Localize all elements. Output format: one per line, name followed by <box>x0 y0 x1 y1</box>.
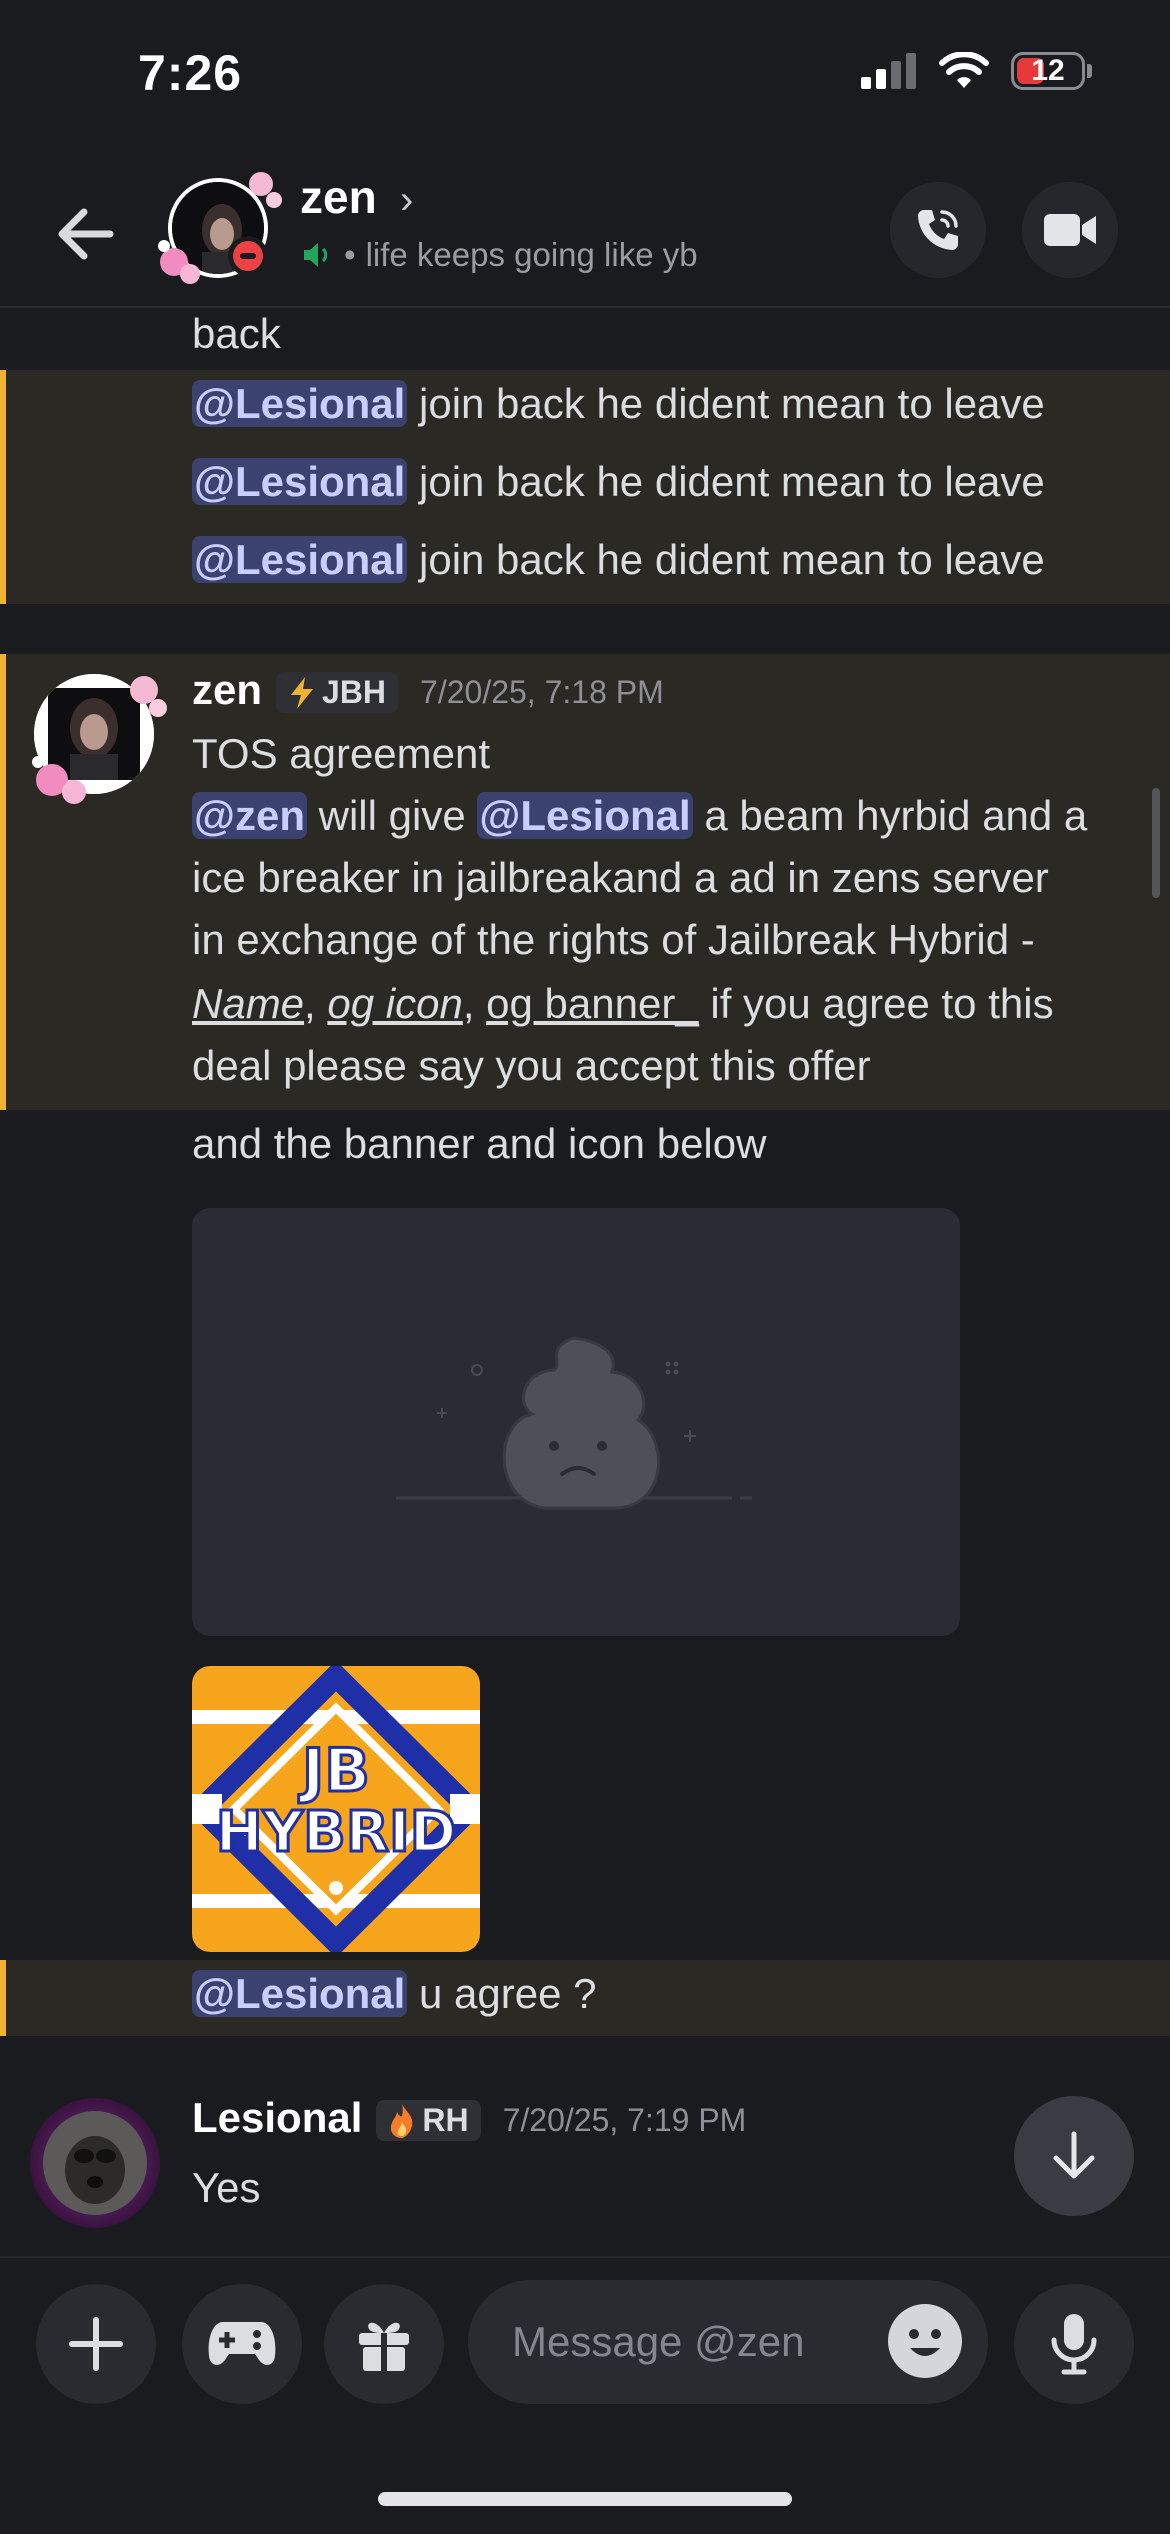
message-text: back <box>192 310 281 357</box>
scrollbar[interactable] <box>1152 788 1160 898</box>
message-text: @Lesional u agree ? <box>192 1970 597 2018</box>
user-mention[interactable]: @Lesional <box>192 536 408 583</box>
message-text: deal please say you accept this offer <box>192 1042 871 1089</box>
broken-image-icon <box>396 1336 752 1510</box>
back-button[interactable] <box>50 198 122 270</box>
message-timestamp: 7/20/25, 7:18 PM <box>420 674 664 711</box>
message-body: join back he dident mean to leave <box>407 536 1045 583</box>
user-mention[interactable]: @Lesional <box>477 792 693 839</box>
emoji-button[interactable] <box>888 2304 962 2378</box>
user-mention[interactable]: @Lesional <box>192 380 408 427</box>
phone-call-icon <box>918 210 958 250</box>
image-text-top: JB <box>300 1735 371 1808</box>
message-body: join back he dident mean to leave <box>407 380 1045 427</box>
message-list[interactable]: back @Lesional join back he dident mean … <box>0 308 1170 2256</box>
avatar-decoration <box>158 172 282 284</box>
battery-icon: 12 <box>1011 52 1092 90</box>
message-text: TOS agreement <box>192 730 491 777</box>
image-attachment-placeholder[interactable] <box>192 1208 960 1636</box>
message-text: @Lesional join back he dident mean to le… <box>192 380 1045 428</box>
user-mention[interactable]: @zen <box>192 792 307 839</box>
message-text: in exchange of the rights of Jailbreak H… <box>192 916 1035 963</box>
battery-level: 12 <box>1031 54 1065 87</box>
image-text-bottom: HYBRID <box>214 1799 458 1867</box>
speaker-icon <box>304 243 328 267</box>
wifi-icon <box>939 52 989 88</box>
custom-status-text: life keeps going like yb <box>365 236 698 273</box>
activities-button[interactable] <box>182 2284 302 2404</box>
video-camera-icon <box>1044 214 1096 246</box>
emoji-icon <box>909 2329 941 2356</box>
message-timestamp: 7/20/25, 7:19 PM <box>502 2102 747 2139</box>
formatted-text: Name <box>192 980 305 1027</box>
message-body: if you agree to this <box>698 980 1054 1027</box>
message-text: Yes <box>192 2164 261 2211</box>
user-mention[interactable]: @Lesional <box>192 1970 408 2017</box>
flame-icon <box>391 2103 413 2138</box>
message-body: , <box>304 980 328 1027</box>
video-call-button[interactable] <box>1022 182 1118 278</box>
plus-icon <box>69 2317 123 2371</box>
home-indicator[interactable] <box>378 2492 792 2506</box>
message-text: @Lesional join back he dident mean to le… <box>192 536 1045 584</box>
status-time: 7:26 <box>138 45 243 101</box>
status-icons: 12 <box>861 52 1092 90</box>
server-tag[interactable]: RH <box>376 2100 481 2142</box>
message-text: ice breaker in jailbreakand a ad in zens… <box>192 854 1049 901</box>
message-body: u agree ? <box>407 1970 597 2017</box>
message-author[interactable]: zen <box>192 666 262 713</box>
status-separator: • <box>344 236 356 273</box>
dnd-status-icon <box>228 236 268 276</box>
message-body: join back he dident mean to leave <box>407 458 1045 505</box>
message-body: will give <box>306 792 478 839</box>
avatar-decoration <box>32 676 167 804</box>
gift-button[interactable] <box>324 2284 444 2404</box>
formatted-text: og icon <box>327 980 463 1027</box>
signal-icon <box>861 53 916 89</box>
jump-to-present-button[interactable] <box>1014 2096 1134 2216</box>
add-attachment-button[interactable] <box>36 2284 156 2404</box>
lesional-avatar[interactable] <box>30 2098 160 2228</box>
message-body: , <box>462 980 487 1027</box>
message-text: @Lesional join back he dident mean to le… <box>192 458 1045 506</box>
message-text: and the banner and icon below <box>192 1120 767 1167</box>
message-author[interactable]: Lesional <box>192 2094 362 2141</box>
back-arrow-icon <box>58 208 114 260</box>
message-text: @zen will give @Lesional a beam hyrbid a… <box>192 792 1087 840</box>
tag-label: JBH <box>322 674 387 711</box>
voice-call-button[interactable] <box>890 182 986 278</box>
message-body: a beam hyrbid and a <box>692 792 1088 839</box>
channel-header: zen › • life keeps going like yb <box>0 160 1170 308</box>
user-mention[interactable]: @Lesional <box>192 458 408 505</box>
message-text: Name, og icon, og banner_ if you agree t… <box>192 980 1054 1028</box>
header-status: • life keeps going like yb <box>300 236 698 274</box>
message-input[interactable]: Message @zen <box>468 2280 988 2404</box>
message-header: zen JBH 7/20/25, 7:18 PM <box>192 666 664 714</box>
server-tag[interactable]: JBH <box>276 672 399 714</box>
message-header: Lesional RH 7/20/25, 7:19 PM <box>192 2094 746 2142</box>
formatted-text: og banner_ <box>486 980 699 1027</box>
voice-message-button[interactable] <box>1014 2284 1134 2404</box>
message-input-placeholder: Message @zen <box>512 2318 805 2365</box>
lightning-icon <box>291 676 314 709</box>
chevron-right-icon[interactable]: › <box>400 178 413 223</box>
arrow-down-icon <box>1053 2131 1095 2179</box>
jb-hybrid-image[interactable]: JB HYBRID <box>192 1666 480 1952</box>
header-username[interactable]: zen <box>300 170 377 224</box>
tag-label: RH <box>422 2102 469 2139</box>
microphone-icon <box>1051 2314 1097 2375</box>
gift-icon <box>359 2322 409 2371</box>
gamepad-icon <box>208 2322 276 2365</box>
